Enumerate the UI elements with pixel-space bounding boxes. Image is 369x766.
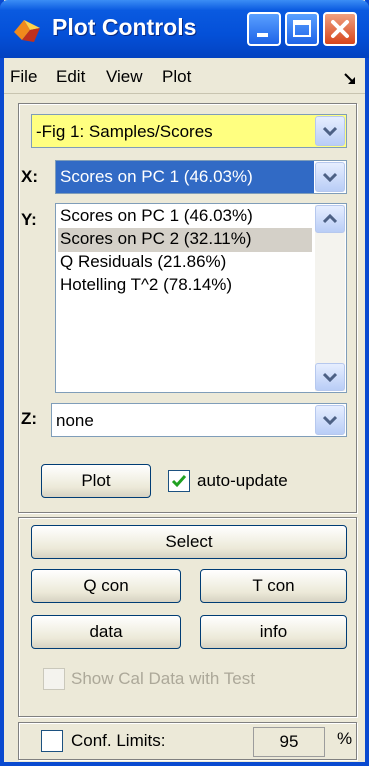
- minimize-button[interactable]: [247, 12, 281, 46]
- chevron-down-icon: [323, 372, 337, 382]
- t-con-button[interactable]: T con: [200, 569, 347, 603]
- minimize-icon: [257, 33, 268, 37]
- show-cal-data-label: Show Cal Data with Test: [71, 669, 255, 688]
- axes-panel: -Fig 1: Samples/Scores X: Scores on PC 1…: [18, 103, 357, 513]
- figure-selector-value: -Fig 1: Samples/Scores: [36, 122, 213, 141]
- info-button[interactable]: info: [200, 615, 347, 649]
- menu-bar: File Edit View Plot: [4, 58, 365, 94]
- chevron-up-icon: [323, 214, 337, 224]
- window-title: Plot Controls: [52, 14, 197, 40]
- data-button[interactable]: data: [31, 615, 181, 649]
- scroll-down-button[interactable]: [315, 363, 345, 391]
- auto-update-label: auto-update: [197, 471, 288, 490]
- maximize-button[interactable]: [285, 12, 319, 46]
- menu-file[interactable]: File: [10, 67, 37, 87]
- menu-plot[interactable]: Plot: [162, 67, 191, 87]
- z-axis-label: Z:: [21, 409, 38, 428]
- list-item[interactable]: Hotelling T^2 (78.14%): [58, 274, 312, 298]
- title-bar[interactable]: Plot Controls: [0, 0, 369, 58]
- y-axis-listbox[interactable]: Scores on PC 1 (46.03%) Scores on PC 2 (…: [55, 203, 347, 393]
- actions-panel: Select Q con T con data info Show Cal Da…: [18, 517, 357, 717]
- z-axis-value: none: [56, 411, 94, 430]
- conf-limits-panel: Conf. Limits: 95 %: [18, 722, 357, 760]
- scroll-up-button[interactable]: [315, 205, 345, 233]
- maximize-icon: [293, 20, 311, 37]
- menu-view[interactable]: View: [106, 67, 143, 87]
- auto-update-checkbox[interactable]: [168, 470, 190, 492]
- q-con-button[interactable]: Q con: [31, 569, 181, 603]
- x-axis-label: X:: [21, 167, 38, 186]
- select-button[interactable]: Select: [31, 525, 347, 559]
- plot-controls-window: Plot Controls File Edit View Plot -Fig 1…: [0, 0, 369, 766]
- dock-arrow-icon[interactable]: [343, 72, 357, 86]
- checkmark-icon: [171, 475, 187, 488]
- close-icon: [331, 20, 349, 38]
- close-button[interactable]: [323, 12, 357, 46]
- conf-limits-checkbox[interactable]: [41, 730, 63, 752]
- list-item[interactable]: Q Residuals (21.86%): [58, 251, 312, 275]
- chevron-down-icon: [323, 126, 337, 136]
- list-item-selected[interactable]: Scores on PC 2 (32.11%): [58, 228, 312, 252]
- x-axis-value: Scores on PC 1 (46.03%): [56, 161, 314, 193]
- conf-limits-value-field[interactable]: 95: [253, 727, 325, 757]
- vertical-scrollbar[interactable]: [315, 205, 345, 391]
- percent-unit: %: [337, 729, 353, 748]
- y-axis-label: Y:: [21, 210, 37, 229]
- conf-limits-label: Conf. Limits:: [71, 731, 166, 750]
- figure-dropdown-button[interactable]: [315, 116, 345, 146]
- x-axis-select[interactable]: Scores on PC 1 (46.03%): [55, 160, 347, 194]
- matlab-logo-icon: [14, 20, 40, 42]
- z-axis-select[interactable]: none: [51, 403, 347, 437]
- list-item[interactable]: Scores on PC 1 (46.03%): [58, 205, 312, 229]
- figure-selector[interactable]: -Fig 1: Samples/Scores: [31, 114, 347, 148]
- chevron-down-icon: [323, 172, 337, 182]
- chevron-down-icon: [323, 415, 337, 425]
- show-cal-data-checkbox[interactable]: [43, 668, 65, 690]
- z-dropdown-button[interactable]: [315, 405, 345, 435]
- plot-button[interactable]: Plot: [41, 464, 151, 498]
- x-dropdown-button[interactable]: [315, 162, 345, 192]
- menu-edit[interactable]: Edit: [56, 67, 85, 87]
